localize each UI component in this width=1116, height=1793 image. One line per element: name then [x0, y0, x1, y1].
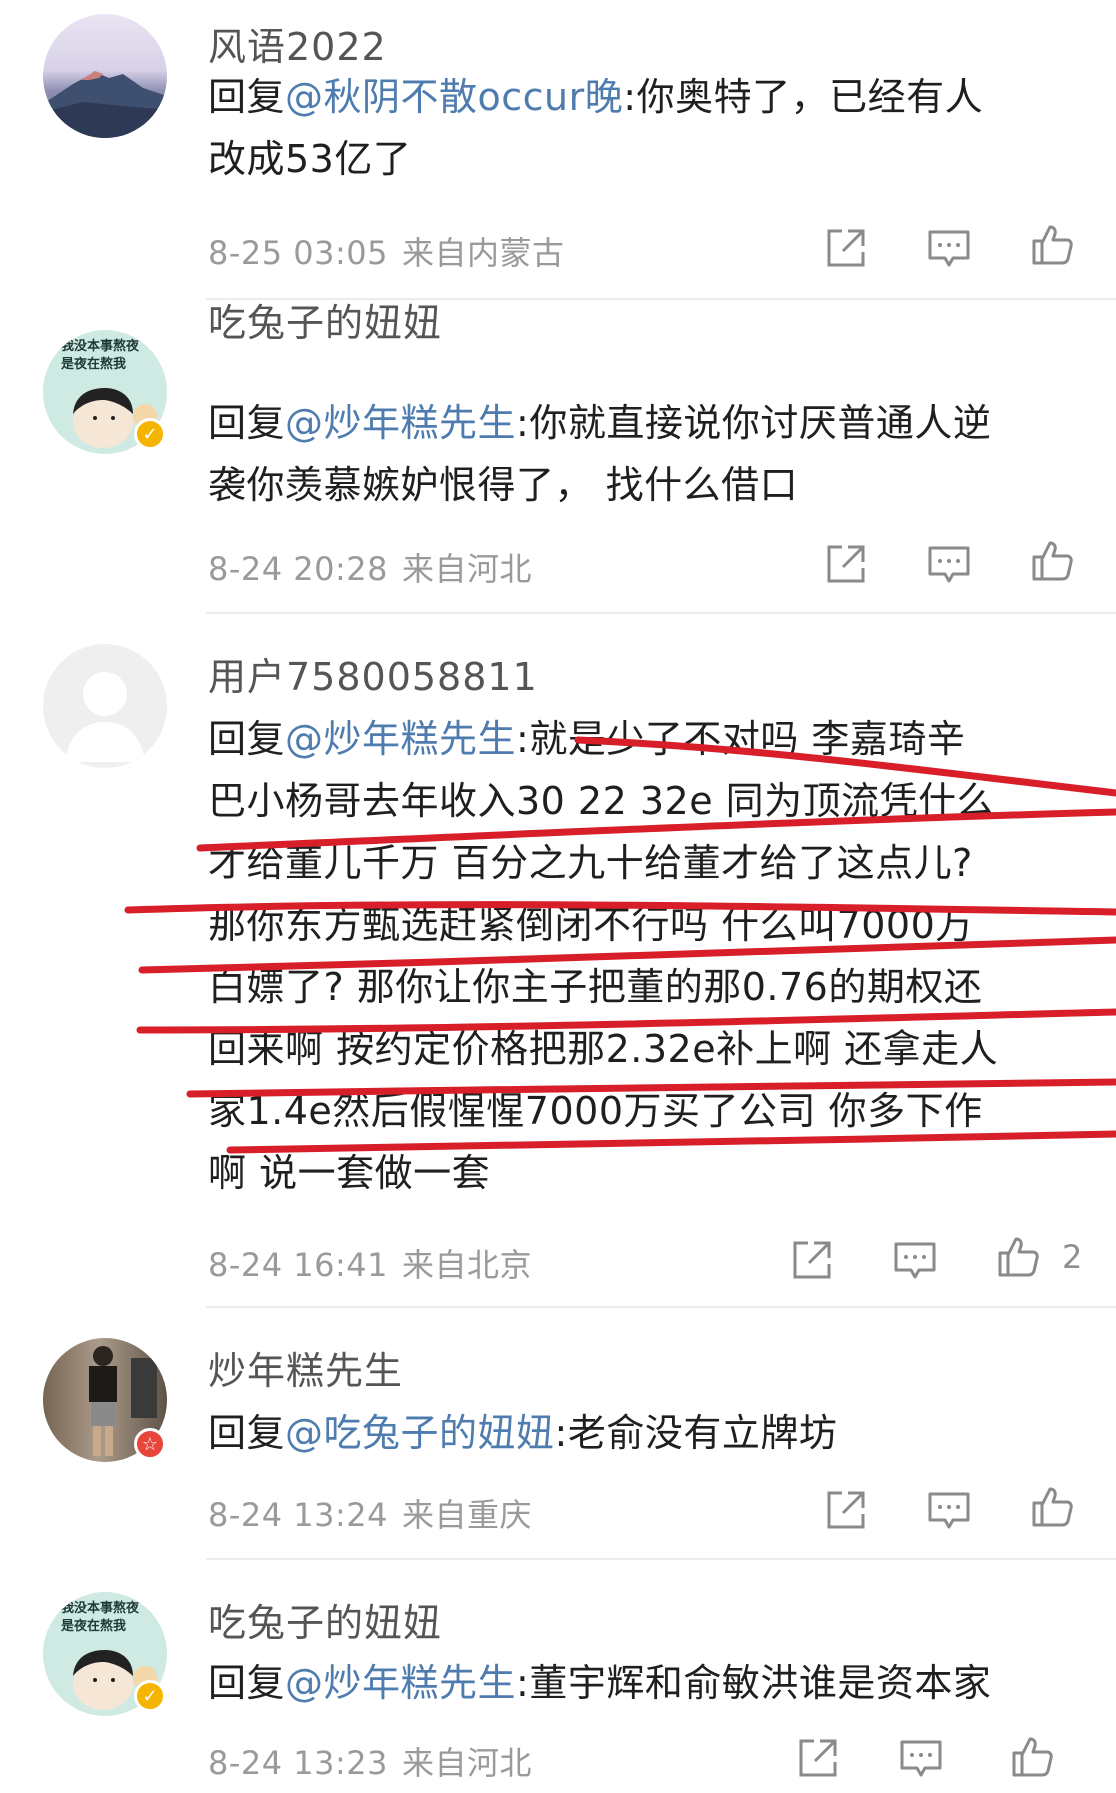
divider: [206, 612, 1116, 614]
text-line: 巴小杨哥去年收入30 22 32e 同为顶流凭什么: [208, 779, 996, 823]
divider: [206, 1306, 1116, 1308]
text-line: 回来啊 按约定价格把那2.32e补上啊 还拿走人: [208, 1027, 999, 1071]
text-line: 改成53亿了: [208, 137, 412, 181]
mention-link[interactable]: @炒年糕先生: [285, 717, 516, 761]
comment-icon[interactable]: [927, 544, 971, 588]
location: 来自北京: [402, 1246, 533, 1284]
text-line: 袭你羡慕嫉妒恨得了， 找什么借口: [208, 463, 799, 507]
thumbs-up-icon[interactable]: [1010, 1734, 1054, 1778]
share-icon[interactable]: [796, 1736, 840, 1780]
thumbs-up-icon[interactable]: [996, 1234, 1040, 1278]
share-icon[interactable]: [824, 1488, 868, 1532]
mention-link[interactable]: @炒年糕先生: [285, 1661, 516, 1705]
text-line: :老俞没有立牌坊: [554, 1411, 838, 1455]
text-line: 啊 说一套做一套: [208, 1151, 491, 1195]
location: 来自内蒙古: [402, 234, 565, 272]
reply-prefix: 回复: [208, 717, 286, 761]
timestamp: 8-24 16:41: [208, 1246, 389, 1284]
location: 来自重庆: [402, 1496, 533, 1534]
avatar[interactable]: [43, 14, 167, 138]
text-line: :你奥特了，已经有人: [623, 75, 984, 119]
location: 来自河北: [402, 1744, 533, 1782]
reply-prefix: 回复: [208, 1411, 286, 1455]
comment-icon[interactable]: [927, 228, 971, 272]
thumbs-up-icon[interactable]: [1030, 1484, 1074, 1528]
like-count: 2: [1062, 1238, 1083, 1276]
avatar[interactable]: [43, 644, 167, 768]
text-line: 白嫖了? 那你让你主子把董的那0.76的期权还: [208, 965, 983, 1009]
red-verified-badge: ☆: [134, 1428, 166, 1460]
comment-text: 回复@吃兔子的妞妞:老俞没有立牌坊: [208, 1402, 1088, 1464]
comment-icon[interactable]: [927, 1490, 971, 1534]
reply-prefix: 回复: [208, 401, 286, 445]
username[interactable]: 风语2022: [208, 16, 387, 71]
text-line: :董宇辉和俞敏洪谁是资本家: [516, 1661, 992, 1705]
thumbs-up-icon[interactable]: [1030, 538, 1074, 582]
vip-badge: ✓: [134, 418, 166, 450]
comment-text: 回复@炒年糕先生:就是少了不对吗 李嘉琦辛 巴小杨哥去年收入30 22 32e …: [208, 708, 1088, 1204]
reply-prefix: 回复: [208, 1661, 286, 1705]
share-icon[interactable]: [790, 1238, 834, 1282]
timestamp: 8-24 13:24: [208, 1496, 389, 1534]
text-line: 那你东方甄选赶紧倒闭不行吗 什么叫7000万: [208, 903, 974, 947]
thumbs-up-icon[interactable]: [1030, 222, 1074, 266]
comment-meta: 8-25 03:05 来自内蒙古: [208, 228, 565, 274]
username[interactable]: 用户7580058811: [208, 646, 538, 701]
share-icon[interactable]: [824, 226, 868, 270]
mention-link[interactable]: @炒年糕先生: [285, 401, 516, 445]
comment-meta: 8-24 13:23 来自河北: [208, 1738, 532, 1784]
comment-icon[interactable]: [899, 1738, 943, 1782]
username[interactable]: 吃兔子的妞妞: [208, 292, 442, 347]
comment-meta: 8-24 16:41 来自北京: [208, 1240, 532, 1286]
text-line: 家1.4e然后假惺惺7000万买了公司 你多下作: [208, 1089, 983, 1133]
username[interactable]: 吃兔子的妞妞: [208, 1592, 442, 1647]
comment-text: 回复@炒年糕先生:你就直接说你讨厌普通人逆 袭你羡慕嫉妒恨得了， 找什么借口: [208, 392, 1088, 516]
timestamp: 8-25 03:05: [208, 234, 389, 272]
share-icon[interactable]: [824, 542, 868, 586]
timestamp: 8-24 13:23: [208, 1744, 389, 1782]
mention-link[interactable]: @秋阴不散occur晚: [285, 75, 623, 119]
comment-icon[interactable]: [893, 1240, 937, 1284]
text-line: :就是少了不对吗 李嘉琦辛: [516, 717, 966, 761]
reply-prefix: 回复: [208, 75, 286, 119]
mountain-image: [43, 71, 167, 138]
vip-badge: ✓: [134, 1680, 166, 1712]
comment-text: 回复@秋阴不散occur晚:你奥特了，已经有人 改成53亿了: [208, 66, 1088, 190]
mention-link[interactable]: @吃兔子的妞妞: [285, 1411, 555, 1455]
username[interactable]: 炒年糕先生: [208, 1340, 403, 1395]
default-user-icon: [65, 672, 145, 762]
text-line: 才给董儿千万 百分之九十给董才给了这点儿?: [208, 841, 973, 885]
location: 来自河北: [402, 550, 533, 588]
divider: [206, 1558, 1116, 1560]
comment-text: 回复@炒年糕先生:董宇辉和俞敏洪谁是资本家: [208, 1652, 1088, 1714]
comment-meta: 8-24 20:28 来自河北: [208, 544, 532, 590]
text-line: :你就直接说你讨厌普通人逆: [516, 401, 992, 445]
comment-meta: 8-24 13:24 来自重庆: [208, 1490, 532, 1536]
timestamp: 8-24 20:28: [208, 550, 389, 588]
